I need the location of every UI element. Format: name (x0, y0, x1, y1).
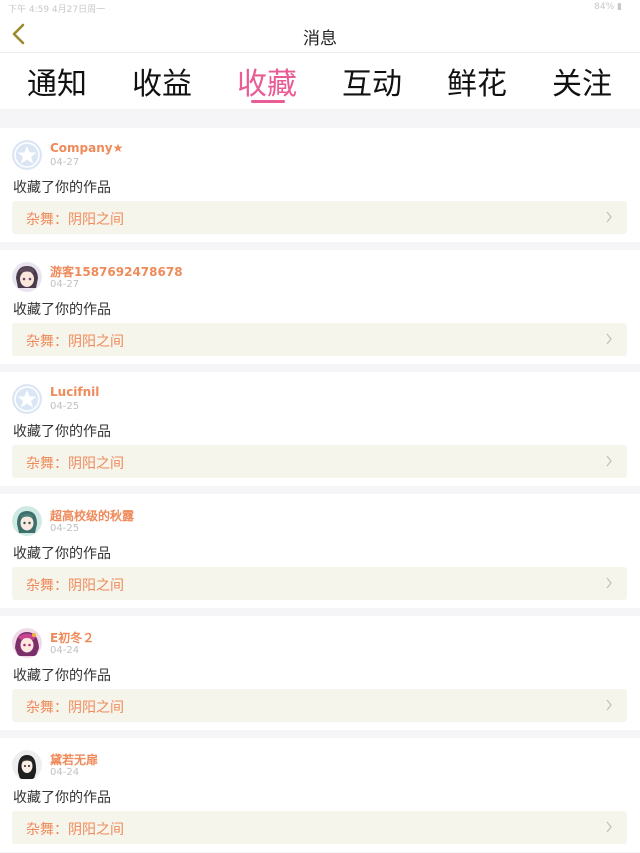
tab-interactions[interactable]: 互动 (332, 59, 412, 103)
chevron-right-icon (606, 333, 612, 345)
work-title: 杂舞：阴阳之间 (26, 334, 124, 350)
work-link[interactable]: 杂舞：阴阳之间 (12, 811, 627, 844)
chevron-right-icon (606, 211, 612, 223)
page-title: 消息 (303, 29, 337, 49)
list-item: 黛若无扉 04-24 收藏了你的作品 杂舞：阴阳之间 (0, 738, 640, 852)
list-item: Lucifnil 04-25 收藏了你的作品 杂舞：阴阳之间 (0, 372, 640, 486)
chevron-right-icon (606, 821, 612, 833)
dark-hair-avatar[interactable] (12, 750, 42, 780)
teal-hair-avatar[interactable] (12, 506, 42, 536)
work-link[interactable]: 杂舞：阴阳之间 (12, 567, 627, 600)
nav-bar: 消息 (0, 16, 640, 53)
timestamp: 04-25 (50, 523, 80, 534)
list-item: Company★ 04-27 收藏了你的作品 杂舞：阴阳之间 (0, 128, 640, 242)
anime-girl-avatar[interactable] (12, 262, 42, 292)
work-link[interactable]: 杂舞：阴阳之间 (12, 201, 627, 234)
tab-bar: 通知 收益 收藏 互动 鲜花 关注 (0, 53, 640, 109)
tab-following[interactable]: 关注 (542, 59, 622, 103)
action-text: 收藏了你的作品 (13, 546, 111, 562)
work-link[interactable]: 杂舞：阴阳之间 (12, 323, 627, 356)
status-bar: 下午 4:59 4月27日周一 84% ▮ (0, 0, 640, 16)
list-item: E初冬２ 04-24 收藏了你的作品 杂舞：阴阳之间 (0, 616, 640, 730)
timestamp: 04-24 (50, 645, 80, 656)
active-tab-indicator (251, 100, 285, 103)
work-title: 杂舞：阴阳之间 (26, 822, 124, 838)
timestamp: 04-24 (50, 767, 80, 778)
chevron-right-icon (606, 699, 612, 711)
work-title: 杂舞：阴阳之间 (26, 700, 124, 716)
chevron-right-icon (606, 577, 612, 589)
username[interactable]: 超高校级的秋露 (50, 507, 134, 524)
work-title: 杂舞：阴阳之间 (26, 578, 124, 594)
tab-flowers[interactable]: 鲜花 (437, 59, 517, 103)
tab-favorites[interactable]: 收藏 (227, 59, 307, 103)
work-link[interactable]: 杂舞：阴阳之间 (12, 689, 627, 722)
action-text: 收藏了你的作品 (13, 424, 111, 440)
username[interactable]: 游客1587692478678 (50, 263, 183, 280)
default-star-icon[interactable] (12, 384, 42, 414)
action-text: 收藏了你的作品 (13, 790, 111, 806)
tab-notifications[interactable]: 通知 (17, 59, 97, 103)
work-title: 杂舞：阴阳之间 (26, 456, 124, 472)
action-text: 收藏了你的作品 (13, 668, 111, 684)
list-item: 超高校级的秋露 04-25 收藏了你的作品 杂舞：阴阳之间 (0, 494, 640, 608)
status-battery: 84% ▮ (594, 2, 622, 12)
work-link[interactable]: 杂舞：阴阳之间 (12, 445, 627, 478)
username[interactable]: Company★ (50, 141, 123, 155)
purple-anime-avatar[interactable] (12, 628, 42, 658)
chevron-right-icon (606, 455, 612, 467)
action-text: 收藏了你的作品 (13, 180, 111, 196)
action-text: 收藏了你的作品 (13, 302, 111, 318)
tab-earnings[interactable]: 收益 (122, 59, 202, 103)
timestamp: 04-27 (50, 157, 80, 168)
status-time: 下午 4:59 4月27日周一 (8, 5, 106, 15)
username[interactable]: Lucifnil (50, 385, 99, 399)
username[interactable]: 黛若无扉 (50, 751, 98, 768)
work-title: 杂舞：阴阳之间 (26, 212, 124, 228)
username[interactable]: E初冬２ (50, 629, 94, 646)
list-item: 游客1587692478678 04-27 收藏了你的作品 杂舞：阴阳之间 (0, 250, 640, 364)
timestamp: 04-27 (50, 279, 80, 290)
default-star-icon[interactable] (12, 140, 42, 170)
timestamp: 04-25 (50, 401, 80, 412)
